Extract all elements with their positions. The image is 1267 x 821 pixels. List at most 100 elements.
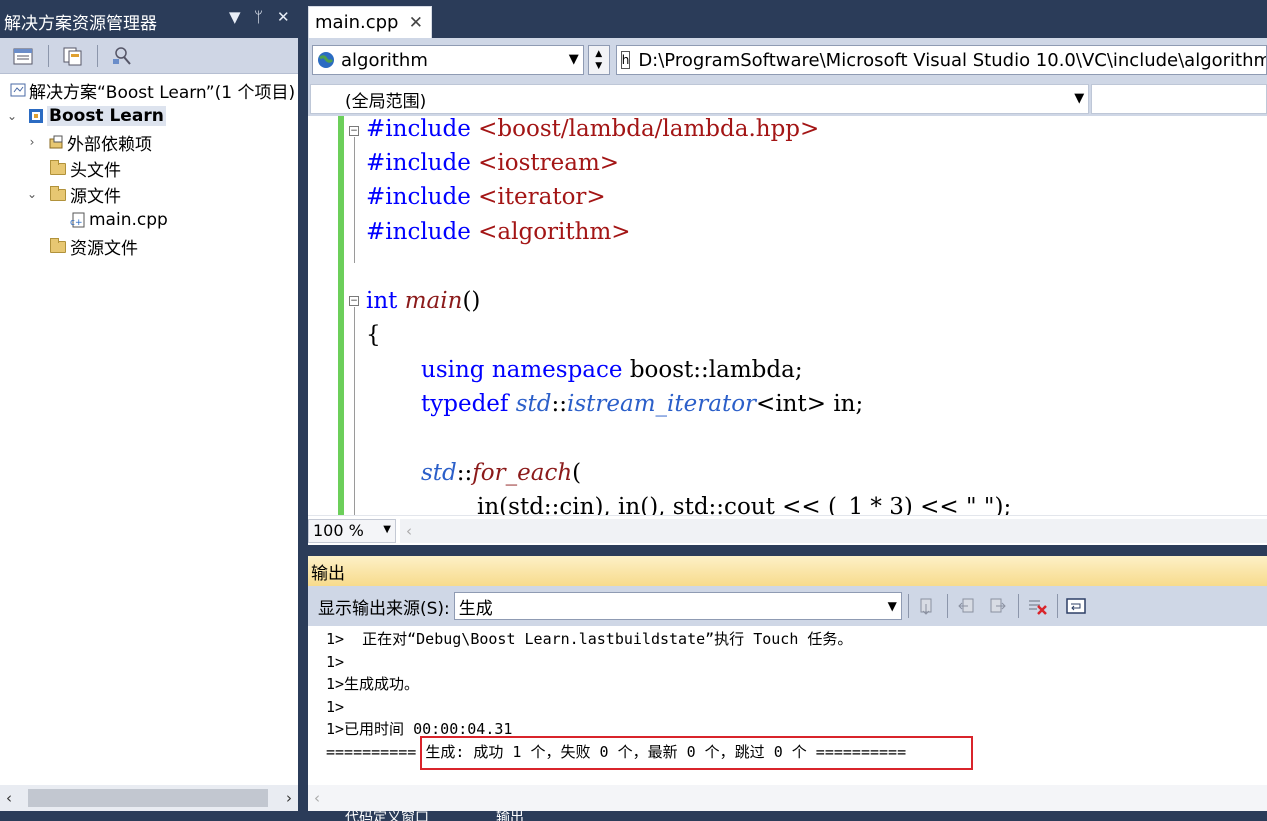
show-all-files-icon[interactable] bbox=[59, 43, 87, 69]
view-class-diagram-icon[interactable] bbox=[108, 43, 136, 69]
chevron-down-icon[interactable]: ▼ bbox=[569, 52, 579, 67]
code-include-path: <iterator> bbox=[478, 184, 606, 210]
tree-item-source-files[interactable]: ⌄ 源文件 bbox=[0, 181, 298, 207]
output-source-combo[interactable]: 生成 ▼ bbox=[453, 592, 902, 620]
header-file-icon: h bbox=[620, 51, 631, 69]
member-combo[interactable] bbox=[1091, 84, 1267, 114]
properties-icon[interactable] bbox=[10, 43, 38, 69]
code-text: () bbox=[462, 288, 481, 314]
output-title: 输出 bbox=[311, 563, 345, 584]
previous-message-icon[interactable] bbox=[952, 592, 980, 620]
tab-label: main.cpp bbox=[315, 12, 399, 33]
code-line: std::for_each( bbox=[421, 460, 581, 486]
collapse-region-icon[interactable]: − bbox=[349, 296, 359, 306]
code-function-name: main bbox=[404, 288, 463, 314]
scroll-thumb[interactable] bbox=[28, 789, 268, 807]
folder-open-icon bbox=[50, 186, 66, 201]
solution-explorer-horizontal-scrollbar[interactable]: ‹ › bbox=[0, 785, 298, 811]
output-line: 1> 正在对“Debug\Boost Learn.lastbuildstate”… bbox=[326, 630, 853, 648]
navigation-bar: algorithm ▼ ▲ ▼ h D:\ProgramSoftware\Mic… bbox=[308, 38, 1267, 82]
solution-tree: 解决方案“Boost Learn”(1 个项目) ⌄ Boost Learn ›… bbox=[0, 74, 298, 259]
scroll-left-icon[interactable]: ‹ bbox=[6, 789, 12, 807]
next-message-icon[interactable] bbox=[984, 592, 1012, 620]
code-keyword: typedef bbox=[421, 391, 516, 417]
code-include-path: <boost/lambda/lambda.hpp> bbox=[478, 116, 820, 142]
namespace-combo[interactable]: algorithm ▼ bbox=[312, 45, 584, 75]
file-path-field[interactable]: h D:\ProgramSoftware\Microsoft Visual St… bbox=[615, 45, 1267, 75]
namespace-combo-value: algorithm bbox=[341, 49, 428, 71]
toolbar-separator bbox=[1056, 594, 1058, 618]
code-text: <int> in; bbox=[756, 391, 864, 417]
folder-icon bbox=[50, 238, 66, 253]
tree-item-label: 外部依赖项 bbox=[67, 134, 152, 155]
tree-item-label: main.cpp bbox=[89, 210, 168, 230]
code-area[interactable]: − − #include <boost/lambda/lambda.hpp> #… bbox=[308, 116, 1267, 515]
scroll-left-icon[interactable]: ‹ bbox=[406, 522, 412, 540]
dependency-icon bbox=[48, 134, 64, 150]
scope-combo[interactable]: (全局范围) ▼ bbox=[310, 84, 1090, 114]
toolbar-separator bbox=[97, 44, 98, 67]
tree-item-resource-files[interactable]: 资源文件 bbox=[0, 233, 298, 259]
tab-main-cpp[interactable]: main.cpp ✕ bbox=[308, 6, 432, 38]
tree-item-solution[interactable]: 解决方案“Boost Learn”(1 个项目) bbox=[0, 77, 298, 103]
toolbar-separator bbox=[1017, 594, 1019, 618]
collapse-arrow-icon[interactable]: ⌄ bbox=[4, 109, 20, 123]
chevron-down-icon[interactable]: ▼ bbox=[1074, 91, 1084, 106]
code-editor: algorithm ▼ ▲ ▼ h D:\ProgramSoftware\Mic… bbox=[308, 38, 1267, 545]
output-toolbar: 显示输出来源(S): 生成 ▼ bbox=[308, 586, 1267, 626]
editor-status-bar: 100 % ▼ ‹ bbox=[308, 515, 1267, 545]
scroll-right-icon[interactable]: › bbox=[286, 789, 292, 807]
caret-up-icon[interactable]: ▲ bbox=[595, 48, 602, 60]
tree-item-project[interactable]: ⌄ Boost Learn bbox=[0, 103, 298, 129]
tree-item-label: 源文件 bbox=[70, 186, 121, 207]
code-keyword: #include bbox=[366, 150, 479, 176]
clear-all-icon[interactable] bbox=[1023, 592, 1051, 620]
tree-item-header-files[interactable]: 头文件 bbox=[0, 155, 298, 181]
code-line: #include <iostream> bbox=[366, 150, 619, 176]
editor-horizontal-scrollbar[interactable]: ‹ bbox=[400, 518, 1267, 543]
expand-arrow-icon[interactable]: › bbox=[24, 135, 40, 149]
code-keyword: #include bbox=[366, 116, 479, 142]
build-result-highlight bbox=[420, 736, 973, 770]
code-type: std bbox=[421, 460, 457, 486]
scope-combo-value: (全局范围) bbox=[345, 91, 427, 112]
output-horizontal-scrollbar[interactable]: ‹ bbox=[308, 785, 1267, 811]
window-position-dropdown-icon[interactable]: ▼ bbox=[229, 8, 241, 26]
tab-close-icon[interactable]: ✕ bbox=[409, 13, 423, 33]
output-source-value: 生成 bbox=[458, 598, 493, 619]
code-include-path: <algorithm> bbox=[478, 219, 631, 245]
output-line: 1> bbox=[326, 697, 345, 716]
tree-item-main-cpp[interactable]: c+ main.cpp bbox=[0, 207, 298, 233]
chevron-down-icon[interactable]: ▼ bbox=[383, 524, 391, 535]
code-text: :: bbox=[551, 391, 568, 417]
caret-down-icon[interactable]: ▼ bbox=[595, 60, 602, 72]
toolbar-separator bbox=[946, 594, 948, 618]
scope-bar: (全局范围) ▼ bbox=[308, 82, 1267, 116]
navigation-updown-buttons[interactable]: ▲ ▼ bbox=[587, 45, 610, 75]
pin-icon[interactable]: ᛘ bbox=[254, 8, 263, 26]
close-icon[interactable]: ✕ bbox=[277, 8, 290, 26]
collapse-region-icon[interactable]: − bbox=[349, 126, 359, 136]
scroll-left-icon[interactable]: ‹ bbox=[314, 789, 320, 807]
code-line: typedef std::istream_iterator<int> in; bbox=[421, 391, 863, 417]
zoom-combo[interactable]: 100 % ▼ bbox=[308, 518, 396, 543]
tab-code-definition-window[interactable]: 代码定义窗口 bbox=[345, 811, 429, 821]
collapse-arrow-icon[interactable]: ⌄ bbox=[24, 187, 40, 201]
go-to-error-icon[interactable] bbox=[913, 592, 941, 620]
globe-icon bbox=[318, 52, 334, 68]
code-line: using namespace boost::lambda; bbox=[421, 357, 803, 383]
outline-line bbox=[354, 137, 355, 263]
chevron-down-icon[interactable]: ▼ bbox=[888, 599, 897, 613]
toolbar-separator bbox=[48, 44, 49, 67]
output-panel: 输出 显示输出来源(S): 生成 ▼ 1> 正在对“Debug\Boost Le… bbox=[308, 556, 1267, 811]
code-type: std bbox=[515, 391, 552, 417]
code-type: istream_iterator bbox=[567, 391, 757, 417]
toggle-word-wrap-icon[interactable] bbox=[1062, 592, 1090, 620]
solution-explorer-title-bar: 解决方案资源管理器 ▼ ᛘ ✕ bbox=[0, 0, 298, 38]
outline-line bbox=[354, 307, 355, 515]
solution-icon bbox=[10, 82, 26, 98]
tab-output[interactable]: 输出 bbox=[496, 811, 524, 821]
bottom-tab-strip bbox=[0, 811, 1267, 821]
tree-item-external-dependencies[interactable]: › 外部依赖项 bbox=[0, 129, 298, 155]
code-function-name: for_each bbox=[472, 460, 573, 486]
